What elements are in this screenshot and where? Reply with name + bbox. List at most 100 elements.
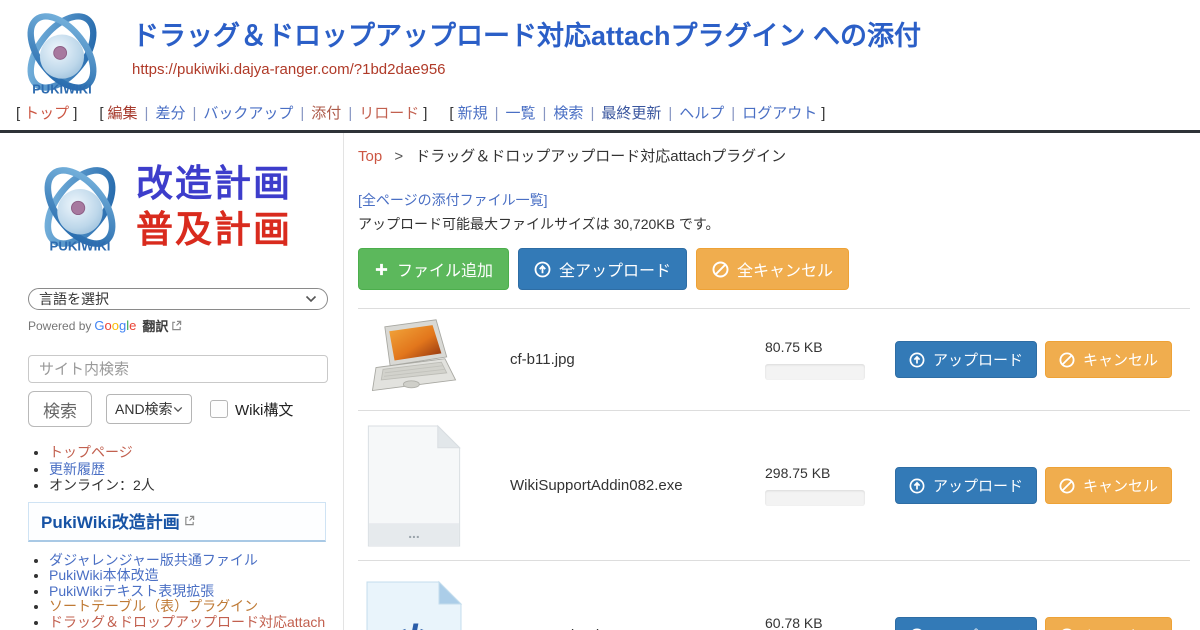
sidebar-link-history[interactable]: 更新履歴: [49, 461, 105, 477]
nav-bracket: ]: [821, 105, 825, 122]
powered-by-prefix: Powered by: [28, 319, 91, 333]
pukiwiki-logo-icon[interactable]: PUKIWIKI: [10, 6, 116, 103]
banner-text-fukyuu: 普及計画: [136, 207, 292, 252]
generic-file-icon: ...: [358, 424, 510, 548]
banner-text-kaizou: 改造計画: [136, 161, 292, 206]
ban-icon: [1059, 478, 1075, 494]
nav-link-help[interactable]: ヘルプ: [679, 105, 724, 122]
add-file-button[interactable]: ファイル追加: [358, 248, 509, 290]
sidebar-link-common-files[interactable]: ダジャレンジャー版共通ファイル: [49, 552, 258, 568]
nav-link-search[interactable]: 検索: [553, 105, 583, 122]
file-row: ... WikiSupportAddin082.exe 298.75 KB アッ…: [358, 410, 1190, 560]
nav-link-list[interactable]: 一覧: [506, 105, 536, 122]
sidebar-section-header: PukiWiki改造計画: [28, 502, 326, 542]
nav-separator: |: [731, 105, 735, 122]
sidebar-link-toppage[interactable]: トップページ: [49, 444, 133, 460]
google-logo: Google: [94, 318, 136, 333]
sidebar-quick-links: トップページ 更新履歴 オンライン：2人: [28, 445, 329, 494]
list-item: 更新履歴: [49, 462, 329, 478]
list-item: トップページ: [49, 445, 329, 461]
nav-link-attach[interactable]: 添付: [311, 105, 341, 122]
site-search-input[interactable]: [28, 355, 328, 383]
search-mode-select[interactable]: AND検索: [106, 394, 192, 424]
nav-bracket: [: [16, 105, 20, 122]
nav-link-diff[interactable]: 差分: [155, 105, 185, 122]
upload-progress-bar: [765, 490, 865, 506]
file-name: cf-b11.jpg: [510, 351, 765, 368]
sidebar-banner[interactable]: PUKIWIKI 改造計画 普及計画: [28, 149, 329, 264]
laptop-photo-thumbnail: [358, 318, 510, 402]
nav-separator: |: [145, 105, 149, 122]
upload-file-list: cf-b11.jpg 80.75 KB アップロード: [358, 308, 1190, 630]
nav-bracket: ]: [423, 105, 427, 122]
nav-separator: |: [590, 105, 594, 122]
cancel-button[interactable]: キャンセル: [1045, 341, 1172, 378]
language-select[interactable]: 言語を選択: [28, 288, 328, 310]
list-item: PukiWiki本体改造: [49, 568, 329, 584]
nav-bracket: [: [449, 105, 453, 122]
sidebar: PUKIWIKI 改造計画 普及計画 言語を選択 Powered by Goog…: [0, 133, 344, 630]
upload-circle-icon: [534, 261, 551, 278]
breadcrumb-separator: >: [394, 148, 403, 165]
powered-by-google: Powered by Google 翻訳: [28, 316, 329, 335]
list-item: オンライン：2人: [49, 478, 329, 494]
nav-separator: |: [192, 105, 196, 122]
plus-icon: [374, 262, 389, 277]
pukiwiki-logo-icon: PUKIWIKI: [28, 157, 132, 257]
nav-separator: |: [543, 105, 547, 122]
nav-link-recent[interactable]: 最終更新: [601, 105, 661, 122]
nav-separator: |: [300, 105, 304, 122]
top-navbar: [トップ][編集|差分|バックアップ|添付|リロード][新規|一覧|検索|最終更…: [10, 98, 1200, 130]
max-upload-size-text: アップロード可能最大ファイルサイズは 30,720KB です。: [358, 214, 1190, 234]
file-row: </> contents.html 60.78 KB アップロード: [358, 560, 1190, 630]
upload-button[interactable]: アップロード: [895, 467, 1037, 504]
breadcrumb-home-link[interactable]: Top: [358, 148, 382, 165]
upload-circle-icon: [909, 478, 925, 494]
nav-link-new[interactable]: 新規: [458, 105, 488, 122]
cancel-button[interactable]: キャンセル: [1045, 467, 1172, 504]
nav-link-logout[interactable]: ログアウト: [742, 105, 817, 122]
sidebar-link-core-mod[interactable]: PukiWiki本体改造: [49, 567, 159, 583]
cancel-button[interactable]: キャンセル: [1045, 617, 1172, 630]
chevron-down-icon: [173, 406, 183, 413]
wiki-syntax-label: Wiki構文: [235, 399, 293, 420]
page-url-link[interactable]: https://pukiwiki.dajya-ranger.com/?1bd2d…: [132, 61, 446, 78]
all-attachments-link[interactable]: [全ページの添付ファイル一覧]: [358, 190, 548, 210]
search-mode-value: AND検索: [115, 399, 173, 419]
nav-link-edit[interactable]: 編集: [108, 105, 138, 122]
file-icon-dots: ...: [408, 525, 420, 541]
file-size: 80.75 KB: [765, 339, 883, 355]
upload-button[interactable]: アップロード: [895, 341, 1037, 378]
main-content: Top > ドラッグ＆ドロップアップロード対応attachプラグイン [全ページ…: [344, 133, 1200, 630]
file-name: WikiSupportAddin082.exe: [510, 477, 765, 494]
nav-link-reload[interactable]: リロード: [359, 105, 419, 122]
translate-link[interactable]: 翻訳: [142, 316, 168, 335]
chevron-down-icon: [305, 295, 317, 303]
search-button[interactable]: 検索: [28, 391, 92, 427]
sidebar-link-dnd-attach[interactable]: ドラッグ＆ドロップアップロード対応attachプラグイン: [49, 614, 325, 630]
pukiwiki-kaizou-link[interactable]: PukiWiki改造計画: [41, 508, 180, 533]
upload-all-button[interactable]: 全アップロード: [518, 248, 687, 290]
language-select-value: 言語を選択: [39, 289, 109, 309]
ban-icon: [1059, 352, 1075, 368]
nav-link-top[interactable]: トップ: [24, 105, 69, 122]
sidebar-link-text-ext[interactable]: PukiWikiテキスト表現拡張: [49, 583, 214, 599]
list-item: PukiWikiテキスト表現拡張: [49, 584, 329, 600]
upload-button[interactable]: アップロード: [895, 617, 1037, 630]
nav-separator: |: [668, 105, 672, 122]
upload-toolbar: ファイル追加 全アップロード 全キャンセル: [358, 248, 1190, 290]
nav-separator: |: [348, 105, 352, 122]
upload-circle-icon: [909, 352, 925, 368]
code-glyph: </>: [383, 616, 444, 630]
cancel-all-button[interactable]: 全キャンセル: [696, 248, 849, 290]
nav-link-backup[interactable]: バックアップ: [203, 105, 293, 122]
external-link-icon: [184, 515, 195, 526]
file-size: 60.78 KB: [765, 615, 883, 630]
upload-progress-bar: [765, 364, 865, 380]
nav-bracket: ]: [73, 105, 77, 122]
page-title: ドラッグ＆ドロップアップロード対応attachプラグイン への添付: [132, 22, 921, 52]
breadcrumb: Top > ドラッグ＆ドロップアップロード対応attachプラグイン: [358, 145, 1190, 166]
wiki-syntax-checkbox[interactable]: [210, 400, 228, 418]
list-item: ソートテーブル（表）プラグイン: [49, 599, 329, 615]
sidebar-link-sort-table[interactable]: ソートテーブル（表）プラグイン: [49, 598, 258, 614]
